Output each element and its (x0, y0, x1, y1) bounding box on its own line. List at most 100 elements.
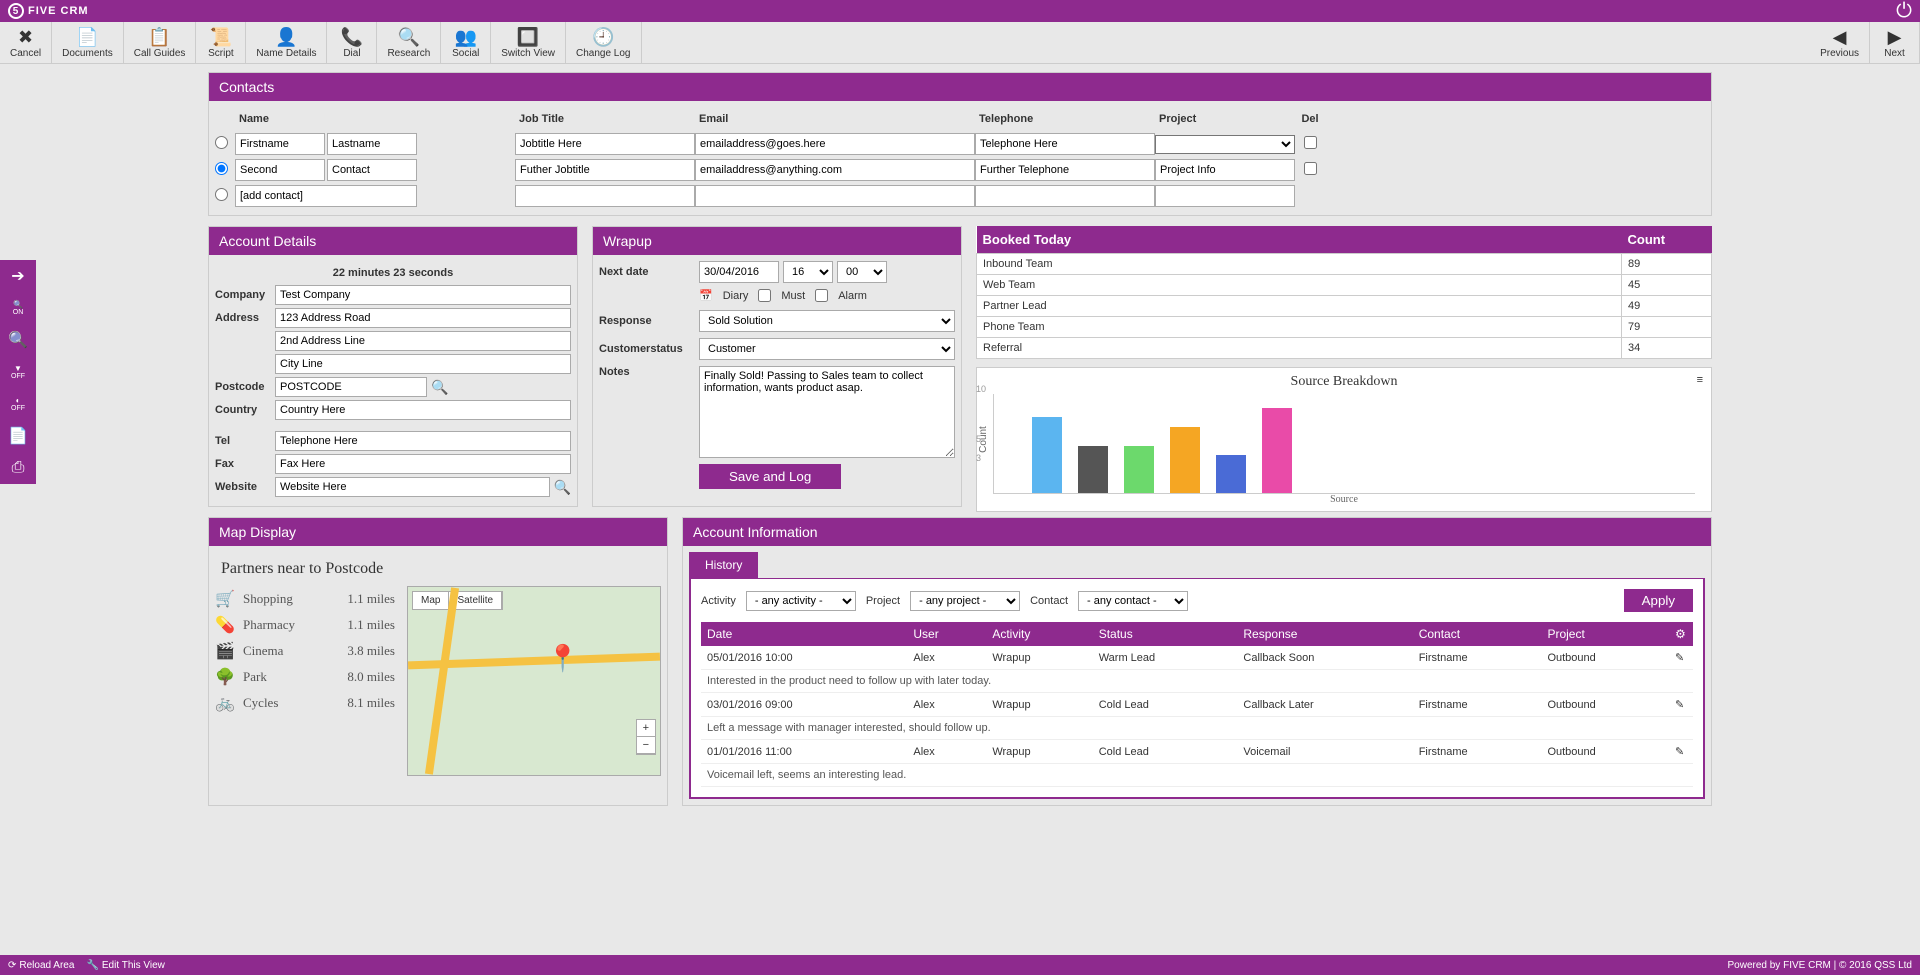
add-tel-input[interactable] (975, 185, 1155, 207)
contacts-title: Contacts (209, 73, 1711, 101)
edit-row-icon[interactable]: ✎ (1675, 746, 1684, 758)
partner-icon: 🛒 (215, 589, 235, 609)
chart: Source Breakdown ≡ Count 3510 Source (976, 367, 1712, 512)
tab-history[interactable]: History (689, 552, 758, 578)
email-input[interactable] (695, 159, 975, 181)
toolbar-name-details-button[interactable]: 👤Name Details (246, 22, 327, 63)
tel-input[interactable] (275, 431, 571, 451)
apply-button[interactable]: Apply (1624, 589, 1693, 612)
map-btn[interactable]: Map (413, 592, 449, 609)
sidebar-filter-off-icon[interactable]: ▼OFF (0, 356, 36, 388)
postcode-search-icon[interactable]: 🔍 (431, 379, 448, 396)
project-input[interactable] (1155, 159, 1295, 181)
nextdate-input[interactable] (699, 261, 779, 283)
lastname-input[interactable] (327, 159, 417, 181)
info-title: Account Information (683, 518, 1711, 546)
jobtitle-input[interactable] (515, 159, 695, 181)
contacts-header-del: Del (1295, 111, 1325, 127)
fax-input[interactable] (275, 454, 571, 474)
sidebar-search-icon[interactable]: 🔍 (0, 324, 36, 356)
contact-radio[interactable] (215, 162, 228, 175)
history-header: Activity (986, 622, 1092, 646)
history-row: 05/01/2016 10:00AlexWrapupWarm LeadCallb… (701, 646, 1693, 670)
contact-radio[interactable] (215, 136, 228, 149)
toolbar-change-log-button[interactable]: 🕘Change Log (566, 22, 642, 63)
alarm-checkbox[interactable] (815, 289, 828, 302)
response-select[interactable]: Sold Solution (699, 310, 955, 332)
name-details-icon: 👤 (275, 26, 297, 48)
add-job-input[interactable] (515, 185, 695, 207)
address3-input[interactable] (275, 354, 571, 374)
map-canvas[interactable]: Map Satellite 📍 + − (407, 586, 661, 776)
notes-textarea[interactable]: Finally Sold! Passing to Sales team to c… (699, 366, 955, 458)
power-icon[interactable]: ⏻ (1896, 0, 1912, 23)
lastname-input[interactable] (327, 133, 417, 155)
zoom-in-button[interactable]: + (637, 720, 655, 737)
toolbar-switch-view-button[interactable]: 🔲Switch View (491, 22, 566, 63)
response-label: Response (599, 315, 699, 327)
contacts-header-tel: Telephone (975, 111, 1155, 127)
edit-row-icon[interactable]: ✎ (1675, 652, 1684, 664)
chart-bar (1262, 408, 1292, 494)
add-contact-input[interactable] (235, 185, 417, 207)
reload-area-button[interactable]: ⟳Reload Area (8, 960, 74, 971)
sidebar-toggle-off-icon[interactable]: ◐OFF (0, 388, 36, 420)
toolbar-call-guides-button[interactable]: 📋Call Guides (124, 22, 197, 63)
project-select[interactable] (1155, 135, 1295, 154)
wrapup-title: Wrapup (593, 227, 961, 255)
toolbar-documents-button[interactable]: 📄Documents (52, 22, 124, 63)
cancel-icon: ✖ (18, 26, 33, 48)
address2-input[interactable] (275, 331, 571, 351)
delete-checkbox[interactable] (1304, 162, 1317, 175)
next-button[interactable]: ▶ Next (1870, 22, 1920, 63)
toolbar-dial-button[interactable]: 📞Dial (327, 22, 377, 63)
add-email-input[interactable] (695, 185, 975, 207)
toolbar-social-button[interactable]: 👥Social (441, 22, 491, 63)
add-contact-radio[interactable] (215, 188, 228, 201)
must-checkbox[interactable] (758, 289, 771, 302)
sidebar-forward-icon[interactable]: ➔ (0, 260, 36, 292)
calendar-icon[interactable]: 📅 (699, 289, 713, 302)
email-input[interactable] (695, 133, 975, 155)
toolbar-script-button[interactable]: 📜Script (196, 22, 246, 63)
sidebar-search-on-icon[interactable]: 🔍ON (0, 292, 36, 324)
powered-by: Powered by FIVE CRM | © 2016 QSS Ltd (1728, 960, 1913, 971)
settings-icon[interactable]: ⚙ (1675, 627, 1686, 641)
firstname-input[interactable] (235, 159, 325, 181)
delete-checkbox[interactable] (1304, 136, 1317, 149)
save-log-button[interactable]: Save and Log (699, 464, 841, 489)
website-input[interactable] (275, 477, 550, 497)
toolbar-research-button[interactable]: 🔍Research (377, 22, 441, 63)
zoom-out-button[interactable]: − (637, 737, 655, 754)
edit-row-icon[interactable]: ✎ (1675, 699, 1684, 711)
project-filter[interactable]: - any project - (910, 591, 1020, 611)
telephone-input[interactable] (975, 133, 1155, 155)
add-project-input[interactable] (1155, 185, 1295, 207)
contact-filter-label: Contact (1030, 595, 1068, 607)
address1-input[interactable] (275, 308, 571, 328)
company-input[interactable] (275, 285, 571, 305)
table-row: Referral34 (977, 338, 1712, 359)
sidebar: ➔ 🔍ON 🔍 ▼OFF ◐OFF 📄 ⎙ (0, 260, 36, 484)
chart-menu-icon[interactable]: ≡ (1697, 374, 1703, 386)
history-row: 01/01/2016 11:00AlexWrapupCold LeadVoice… (701, 740, 1693, 764)
min-select[interactable]: 00 (837, 261, 887, 283)
previous-button[interactable]: ◀ Previous (1810, 22, 1870, 63)
call-timer: 22 minutes 23 seconds (215, 261, 571, 285)
website-search-icon[interactable]: 🔍 (554, 479, 571, 496)
country-input[interactable] (275, 400, 571, 420)
activity-filter[interactable]: - any activity - (746, 591, 856, 611)
sidebar-search2-icon[interactable]: ⎙ (0, 452, 36, 484)
status-select[interactable]: Customer (699, 338, 955, 360)
edit-view-button[interactable]: 🔧Edit This View (86, 960, 164, 971)
sidebar-doc-icon[interactable]: 📄 (0, 420, 36, 452)
contact-filter[interactable]: - any contact - (1078, 591, 1188, 611)
booked-header-count: Count (1622, 226, 1712, 254)
hour-select[interactable]: 16 (783, 261, 833, 283)
jobtitle-input[interactable] (515, 133, 695, 155)
country-label: Country (215, 404, 275, 416)
telephone-input[interactable] (975, 159, 1155, 181)
postcode-input[interactable] (275, 377, 427, 397)
firstname-input[interactable] (235, 133, 325, 155)
toolbar-cancel-button[interactable]: ✖Cancel (0, 22, 52, 63)
